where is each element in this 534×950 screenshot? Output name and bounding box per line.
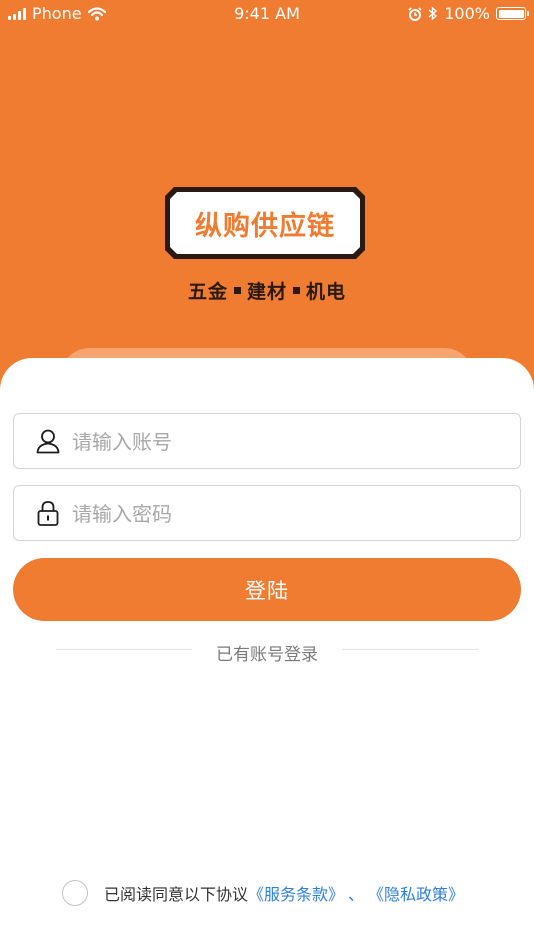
status-bar: Phone 9:41 AM 100% xyxy=(0,0,534,28)
terms-link[interactable]: 《服务条款》 xyxy=(248,881,344,905)
battery-icon xyxy=(496,7,529,20)
tagline-item: 机电 xyxy=(306,281,347,303)
password-input[interactable] xyxy=(70,486,514,541)
battery-percent: 100% xyxy=(444,4,490,23)
tagline-dot xyxy=(233,287,241,294)
account-field[interactable] xyxy=(13,413,521,469)
tagline-item: 建材 xyxy=(246,281,287,303)
divider-line-right xyxy=(342,649,478,650)
agreement-separator: 、 xyxy=(348,885,365,904)
password-field[interactable] xyxy=(13,485,521,541)
user-icon xyxy=(36,429,60,454)
agreement-row: 已阅读同意以下协议 《服务条款》 、 《隐私政策》 xyxy=(62,877,532,909)
agree-radio[interactable] xyxy=(62,880,88,906)
login-button[interactable]: 登陆 xyxy=(13,558,521,621)
logo-text: 纵购供应链 xyxy=(195,210,335,242)
brand-logo: 纵购供应链 xyxy=(164,186,366,260)
tagline: 五金 建材 机电 xyxy=(0,277,534,304)
tagline-dot xyxy=(293,287,300,294)
alarm-icon xyxy=(408,6,422,21)
account-input[interactable] xyxy=(70,414,514,469)
privacy-link[interactable]: 《隐私政策》 xyxy=(368,881,464,905)
existing-account-login-link[interactable]: 已有账号登录 xyxy=(192,640,342,665)
bluetooth-icon xyxy=(428,6,438,21)
lock-icon xyxy=(37,501,59,526)
tagline-item: 五金 xyxy=(187,281,228,303)
agreement-text: 已阅读同意以下协议 xyxy=(104,885,249,904)
divider-line-left xyxy=(56,649,192,650)
